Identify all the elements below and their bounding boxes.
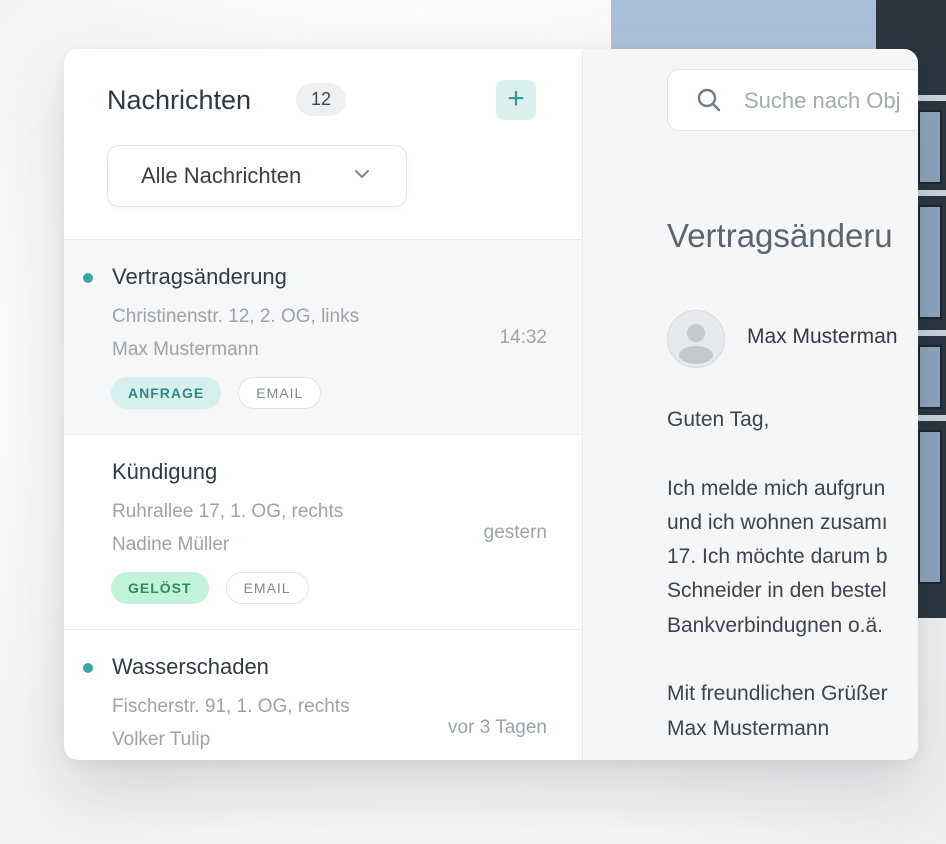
unread-indicator [83,273,93,283]
unread-indicator [83,663,93,673]
message-address: Christinenstr. 12, 2. OG, links [112,306,360,327]
message-detail-sender: Max Musterman [747,325,898,348]
body-line: und ich wohnen zusamı [667,510,888,534]
body-line: Bankverbindugnen o.ä. [667,613,883,637]
message-count-badge: 12 [296,83,346,116]
messages-window: Nachrichten 12 + Alle Nachrichten Vertra… [64,49,918,760]
message-subject: Wasserschaden [112,654,269,679]
message-body: Guten Tag, Ich melde mich aufgrun und ic… [667,403,888,746]
status-badge: ANFRAGE [111,377,222,409]
status-badge: GELÖST [111,572,209,604]
message-time: gestern [483,522,547,543]
channel-badge: EMAIL [238,377,322,409]
message-list-item[interactable]: Wasserschaden Fischerstr. 91, 1. OG, rec… [64,629,582,760]
message-address: Ruhrallee 17, 1. OG, rechts [112,501,344,522]
message-time: vor 3 Tagen [448,717,547,738]
greeting-line: Guten Tag, [667,408,770,431]
signature-line: Max Mustermann [667,716,830,740]
message-sender: Max Mustermann [112,339,259,360]
body-line: Schneider in den bestel [667,579,887,603]
add-message-button[interactable]: + [496,80,536,120]
search-placeholder: Suche nach Obj [744,88,901,113]
message-subject: Kündigung [112,459,218,484]
message-detail-title: Vertragsänderu [667,217,893,254]
body-line: 17. Ich möchte darum b [667,545,888,569]
filter-dropdown[interactable]: Alle Nachrichten [107,145,407,207]
message-address: Fischerstr. 91, 1. OG, rechts [112,696,350,717]
body-line: Ich melde mich aufgrun [667,476,886,500]
search-icon [697,88,721,112]
user-icon [679,324,713,364]
message-list-item[interactable]: Vertragsänderung Christinenstr. 12, 2. O… [64,239,582,434]
message-time: 14:32 [499,327,547,348]
search-input[interactable]: Suche nach Obj [667,69,918,131]
message-list-item[interactable]: Kündigung Ruhrallee 17, 1. OG, rechts Na… [64,434,582,629]
filter-selected-value: Alle Nachrichten [141,163,302,188]
message-sender: Nadine Müller [112,534,230,555]
message-detail-panel: Suche nach Obj Vertragsänderu Max Muster… [583,49,918,760]
message-list-panel: Nachrichten 12 + Alle Nachrichten Vertra… [64,49,583,760]
avatar [667,310,725,368]
channel-badge: EMAIL [225,572,309,604]
list-header: Nachrichten 12 + Alle Nachrichten [64,49,582,239]
page-title: Nachrichten [107,85,252,115]
closing-line: Mit freundlichen Grüßer [667,682,888,706]
message-sender: Volker Tulip [112,729,211,750]
chevron-down-icon [355,170,369,178]
message-subject: Vertragsänderung [112,264,287,289]
